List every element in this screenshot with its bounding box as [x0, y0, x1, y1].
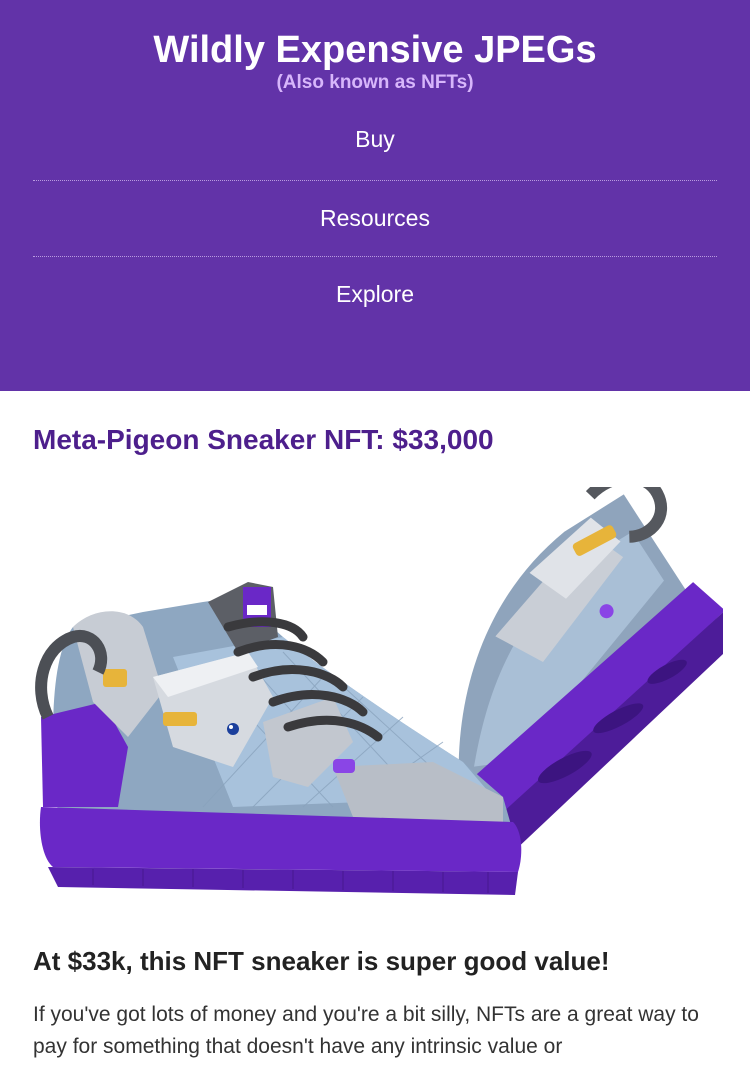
main-nav: Buy Resources Explore	[33, 124, 717, 332]
site-header: Wildly Expensive JPEGs (Also known as NF…	[0, 0, 750, 391]
main-content: Meta-Pigeon Sneaker NFT: $33,000 At $33k…	[0, 423, 750, 1063]
front-sneaker	[35, 582, 522, 895]
product-title: Meta-Pigeon Sneaker NFT: $33,000	[33, 424, 494, 455]
nav-item-buy[interactable]: Buy	[33, 124, 717, 180]
site-title: Wildly Expensive JPEGs	[153, 29, 597, 71]
nav-item-explore[interactable]: Explore	[33, 257, 717, 332]
sneaker-image	[35, 487, 723, 895]
section-heading: At $33k, this NFT sneaker is super good …	[33, 946, 610, 976]
nav-item-resources[interactable]: Resources	[33, 181, 717, 256]
site-subtitle: (Also known as NFTs)	[276, 72, 474, 93]
body-paragraph: If you've got lots of money and you're a…	[33, 1003, 699, 1058]
